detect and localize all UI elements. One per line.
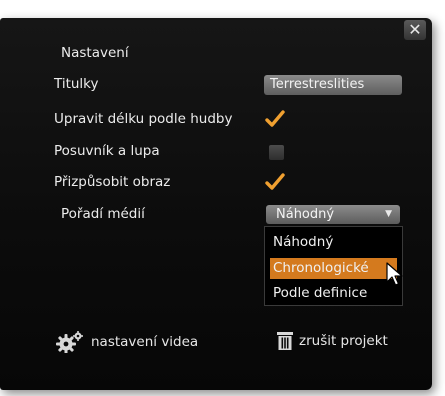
- titles-label: Titulky: [54, 76, 99, 92]
- close-icon: ✕: [408, 20, 422, 39]
- slider-zoom-checkbox[interactable]: [269, 145, 284, 160]
- chevron-down-icon: ▼: [385, 209, 392, 219]
- fit-music-label: Upravit délku podle hudby: [54, 111, 233, 127]
- mouse-cursor-icon: [386, 262, 403, 286]
- gear-icon: [56, 331, 83, 353]
- dropdown-option-random[interactable]: Náhodný: [270, 232, 333, 253]
- fit-image-checkbox[interactable]: [265, 173, 285, 190]
- dropdown-option-chronological[interactable]: Chronologické: [270, 258, 397, 279]
- dropdown-option-by-definition[interactable]: Podle definice: [270, 283, 367, 304]
- titles-field[interactable]: Terrestreslities: [264, 75, 402, 95]
- slider-zoom-label: Posuvník a lupa: [54, 143, 160, 159]
- fit-image-label: Přizpůsobit obraz: [54, 174, 171, 190]
- fit-music-checkbox[interactable]: [265, 110, 285, 127]
- video-settings-label: nastavení videa: [91, 334, 199, 350]
- checkmark-icon: [265, 110, 285, 127]
- close-button[interactable]: ✕: [404, 20, 426, 40]
- video-settings-button[interactable]: nastavení videa: [56, 331, 198, 353]
- checkmark-icon: [265, 173, 285, 190]
- media-order-select[interactable]: Náhodný ▼: [266, 205, 400, 224]
- media-order-label: Pořadí médií: [61, 206, 145, 222]
- trash-icon: [277, 332, 293, 350]
- media-order-selected: Náhodný: [276, 207, 335, 222]
- cancel-project-label: zrušit projekt: [299, 333, 388, 349]
- cancel-project-button[interactable]: zrušit projekt: [276, 331, 388, 351]
- dialog-heading: Nastavení: [61, 45, 129, 61]
- media-order-dropdown: Náhodný Chronologické Podle definice: [264, 226, 403, 306]
